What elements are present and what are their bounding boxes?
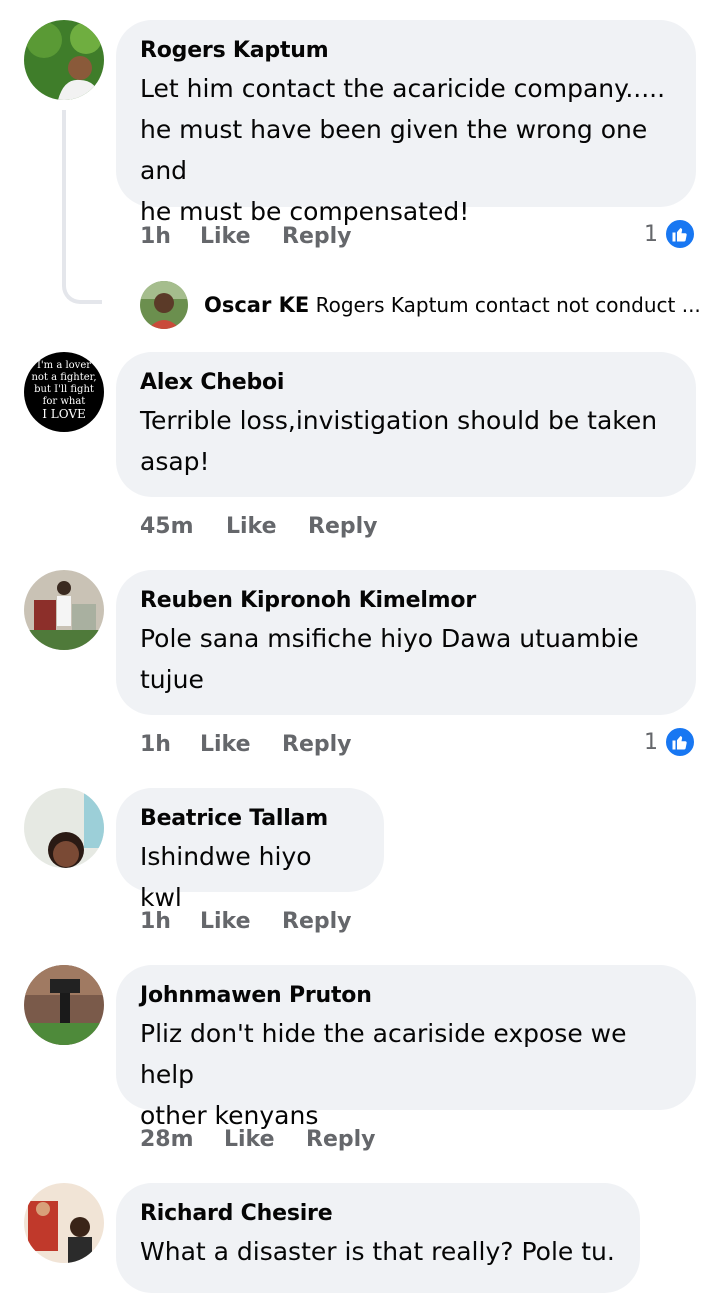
- avatar[interactable]: I'm a lover not a fighter, but I'll figh…: [24, 352, 104, 432]
- comment-time: 1h: [140, 909, 171, 934]
- comment-text: Pliz don't hide the acariside expose we …: [140, 1019, 627, 1130]
- comment-text: Pole sana msifiche hiyo Dawa utuambie tu…: [140, 624, 639, 694]
- reply-author[interactable]: Oscar KE: [204, 293, 309, 317]
- comment-text: What a disaster is that really? Pole tu.: [140, 1237, 615, 1266]
- comment-text: Terrible loss,invistigation should be ta…: [140, 406, 658, 476]
- avatar[interactable]: [140, 281, 188, 329]
- reaction-number: 1: [644, 221, 658, 247]
- comment-actions: 1h Like Reply: [140, 224, 352, 249]
- comment-bubble[interactable]: Johnmawen Pruton Pliz don't hide the aca…: [116, 965, 696, 1130]
- comment-author[interactable]: Beatrice Tallam: [140, 804, 360, 834]
- avatar-quote-line: not a fighter,: [31, 372, 97, 383]
- comment-author[interactable]: Alex Cheboi: [140, 368, 672, 398]
- avatar-quote-image: I'm a lover not a fighter, but I'll figh…: [24, 352, 104, 432]
- avatar[interactable]: [24, 965, 104, 1045]
- comment-time: 1h: [140, 224, 171, 249]
- thread-connector-line: [62, 110, 102, 304]
- comment-time: 1h: [140, 732, 171, 757]
- avatar-photo-johnmawen: [24, 965, 104, 1045]
- like-button[interactable]: Like: [224, 1127, 306, 1152]
- comment-actions: 28m Like Reply: [140, 1127, 376, 1152]
- avatar[interactable]: [24, 1183, 104, 1263]
- comment-time: 45m: [140, 514, 194, 539]
- reply-snippet: Rogers Kaptum contact not conduct ...: [315, 293, 701, 317]
- reply-button[interactable]: Reply: [282, 909, 352, 934]
- comment-author[interactable]: Johnmawen Pruton: [140, 981, 672, 1011]
- like-button[interactable]: Like: [226, 514, 308, 539]
- thumbs-up-icon: [664, 726, 696, 758]
- reply-preview-text: Oscar KE Rogers Kaptum contact not condu…: [204, 293, 701, 317]
- avatar-photo-beatrice: [24, 788, 104, 868]
- comment-bubble[interactable]: Richard Chesire What a disaster is that …: [116, 1183, 640, 1293]
- comment-author[interactable]: Richard Chesire: [140, 1199, 616, 1229]
- comment-bubble[interactable]: Reuben Kipronoh Kimelmor Pole sana msifi…: [116, 570, 696, 715]
- comment-actions: 1h Like Reply: [140, 909, 352, 934]
- comment-actions: 1h Like Reply: [140, 732, 352, 757]
- comment-author[interactable]: Reuben Kipronoh Kimelmor: [140, 586, 672, 616]
- reaction-number: 1: [644, 729, 658, 755]
- avatar-photo-rogers: [24, 20, 104, 100]
- comment-time: 28m: [140, 1127, 194, 1152]
- reply-preview[interactable]: Oscar KE Rogers Kaptum contact not condu…: [140, 281, 701, 329]
- comment-bubble[interactable]: Rogers Kaptum Let him contact the acaric…: [116, 20, 696, 226]
- reaction-count[interactable]: 1: [644, 218, 696, 250]
- comment-text: Let him contact the acaricide company...…: [140, 74, 666, 226]
- reaction-count[interactable]: 1: [644, 726, 696, 758]
- avatar[interactable]: [24, 20, 104, 100]
- like-button[interactable]: Like: [200, 732, 282, 757]
- like-button[interactable]: Like: [200, 909, 282, 934]
- comment-actions: 45m Like Reply: [140, 514, 378, 539]
- reply-button[interactable]: Reply: [308, 514, 378, 539]
- avatar-photo-reuben: [24, 570, 104, 650]
- thumbs-up-icon: [664, 218, 696, 250]
- avatar-quote-line: but I'll fight: [34, 384, 94, 395]
- comment-author[interactable]: Rogers Kaptum: [140, 36, 672, 66]
- reply-button[interactable]: Reply: [282, 224, 352, 249]
- avatar-photo-oscar: [140, 281, 188, 329]
- reply-button[interactable]: Reply: [282, 732, 352, 757]
- comment-text: Ishindwe hiyo kwl: [140, 842, 312, 912]
- like-button[interactable]: Like: [200, 224, 282, 249]
- comment-bubble[interactable]: Beatrice Tallam Ishindwe hiyo kwl: [116, 788, 384, 912]
- comment-bubble[interactable]: Alex Cheboi Terrible loss,invistigation …: [116, 352, 696, 497]
- avatar[interactable]: [24, 788, 104, 868]
- avatar[interactable]: [24, 570, 104, 650]
- reply-button[interactable]: Reply: [306, 1127, 376, 1152]
- avatar-quote-line: I LOVE: [42, 407, 86, 421]
- avatar-photo-richard: [24, 1183, 104, 1263]
- avatar-quote-line: I'm a lover: [36, 360, 92, 371]
